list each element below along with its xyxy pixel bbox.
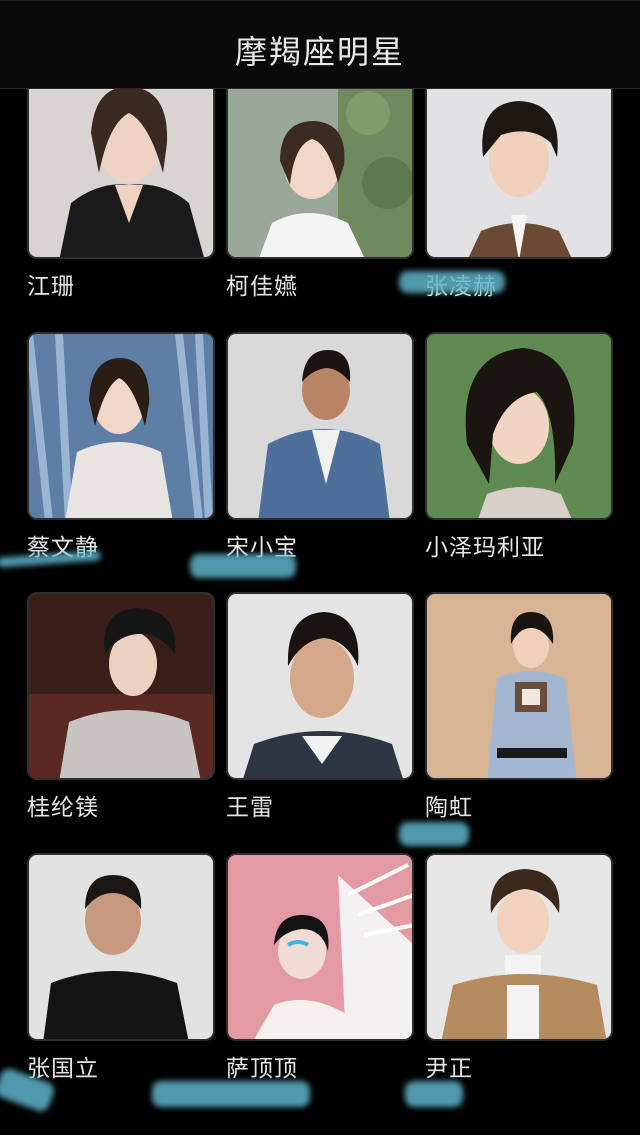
celebrity-photo[interactable] (27, 592, 215, 780)
celebrity-name: 江珊 (27, 274, 75, 300)
celebrity-photo[interactable] (226, 853, 414, 1041)
celebrity-name: 小泽玛利亚 (425, 535, 545, 561)
celebrity-photo[interactable] (27, 853, 215, 1041)
celebrity-photo[interactable] (425, 89, 613, 259)
celebrity-name: 柯佳嬿 (226, 274, 298, 300)
celebrity-photo[interactable] (226, 332, 414, 520)
celebrity-photo[interactable] (425, 592, 613, 780)
celebrity-photo[interactable] (226, 592, 414, 780)
celebrity-photo[interactable] (226, 89, 414, 259)
celebrity-name: 桂纶镁 (27, 795, 99, 821)
redaction-scribble (190, 554, 296, 578)
celebrity-name: 萨顶顶 (226, 1056, 298, 1082)
redaction-scribble (405, 1081, 463, 1107)
celebrity-photo[interactable] (425, 332, 613, 520)
celebrity-grid: 江珊 柯佳嬿 张凌赫 (0, 89, 640, 1135)
redaction-scribble (0, 550, 102, 568)
celebrity-photo[interactable] (425, 853, 613, 1041)
redaction-scribble (399, 822, 469, 846)
celebrity-photo[interactable] (27, 89, 215, 259)
app-header: 摩羯座明星 (0, 0, 640, 89)
redaction-scribble (399, 271, 505, 293)
page-title: 摩羯座明星 (234, 33, 405, 71)
celebrity-name: 王雷 (226, 795, 274, 821)
celebrity-name: 陶虹 (425, 795, 473, 821)
celebrity-name: 尹正 (425, 1056, 473, 1082)
celebrity-photo[interactable] (27, 332, 215, 520)
redaction-scribble (152, 1081, 310, 1107)
